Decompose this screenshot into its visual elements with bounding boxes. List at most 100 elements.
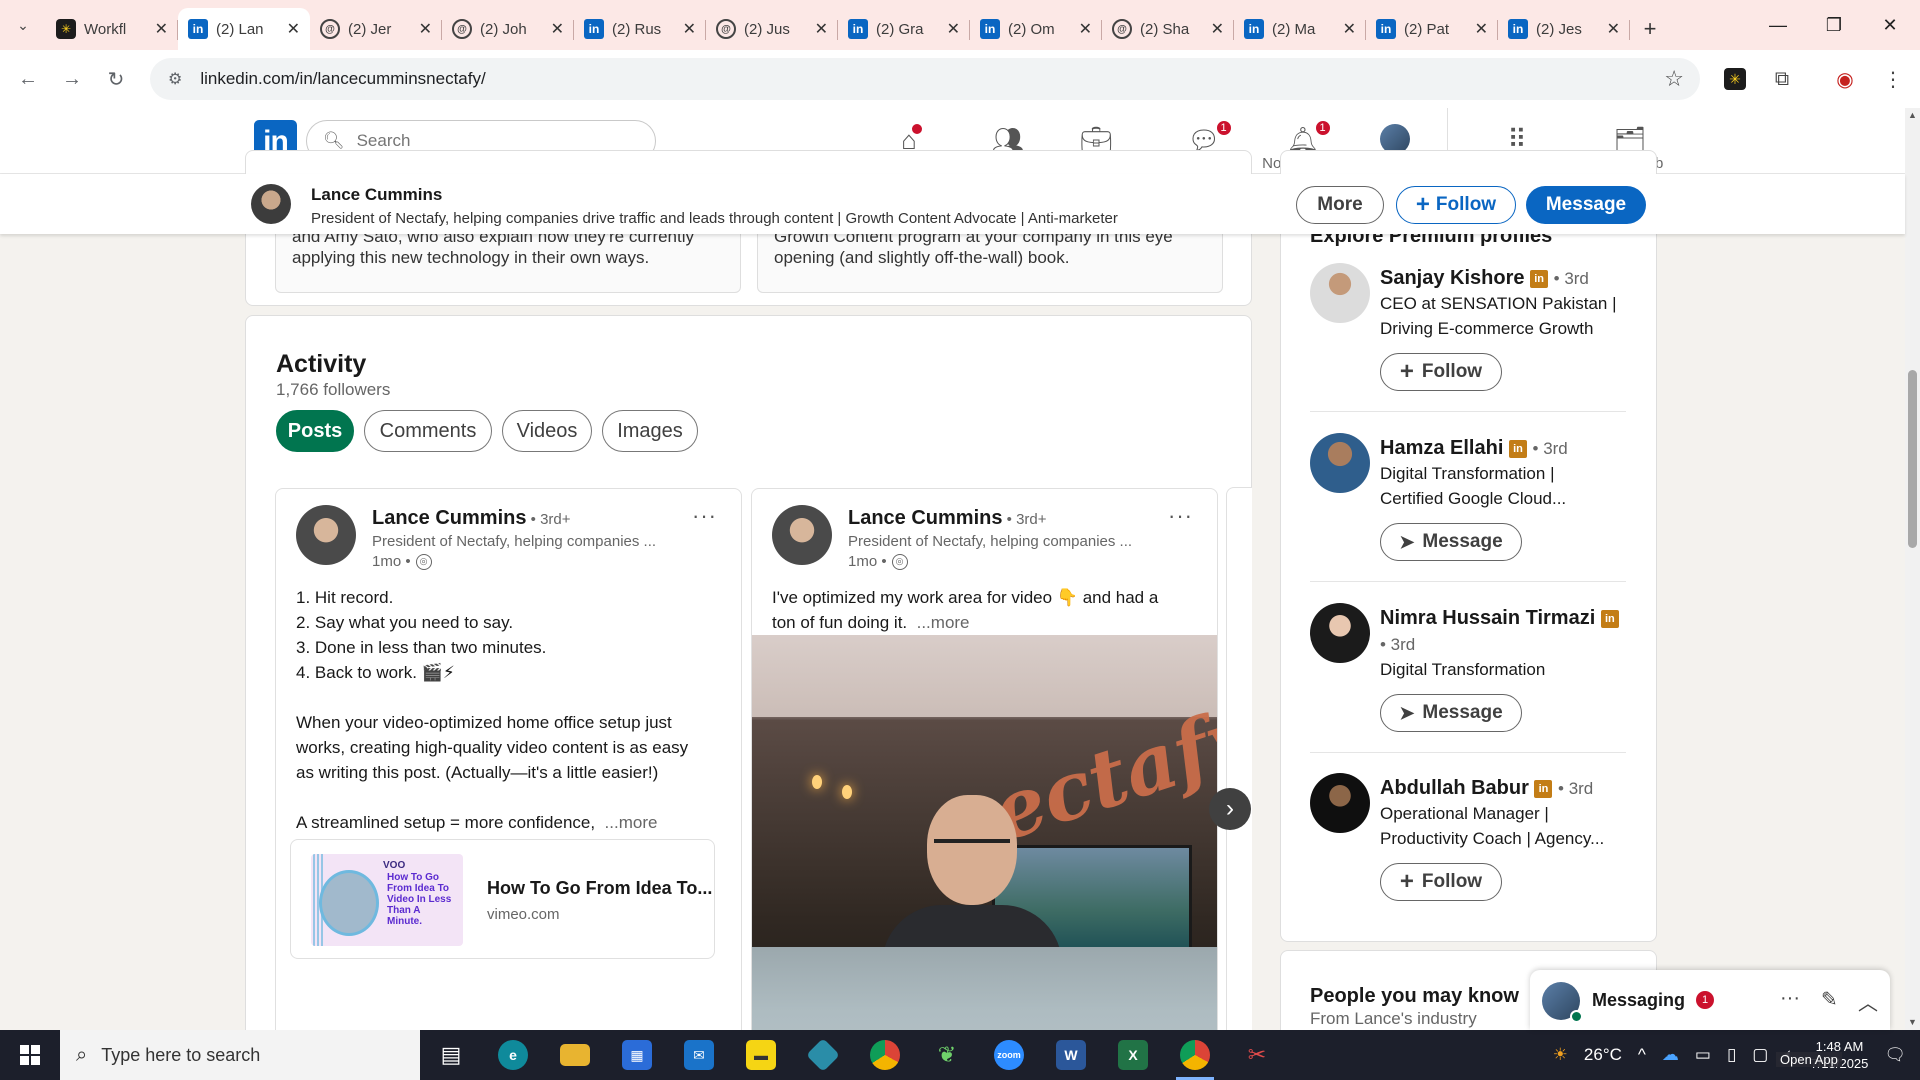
chevron-up-icon[interactable]: ︿: [1858, 987, 1878, 1016]
tab-close-icon[interactable]: ✕: [551, 19, 564, 39]
extensions-puzzle-icon[interactable]: ⧉: [1763, 60, 1801, 98]
tab-close-icon[interactable]: ✕: [1211, 19, 1224, 39]
author-name[interactable]: Lance Cummins • 3rd+: [848, 507, 1047, 530]
author-name[interactable]: Lance Cummins • 3rd+: [372, 507, 571, 530]
notification-center-icon[interactable]: 🗨︎: [1884, 1045, 1906, 1065]
follow-button[interactable]: + Follow: [1396, 186, 1516, 224]
tab-close-icon[interactable]: ✕: [1475, 19, 1488, 39]
next-post-card-edge[interactable]: [1226, 487, 1252, 1080]
profile-avatar[interactable]: [1310, 433, 1370, 493]
activity-post-card[interactable]: Lance Cummins • 3rd+ President of Nectaf…: [275, 488, 742, 1080]
restore-icon[interactable]: ❐: [1806, 0, 1862, 50]
activity-post-card[interactable]: Lance Cummins • 3rd+ President of Nectaf…: [751, 488, 1218, 1080]
profile-avatar[interactable]: [1310, 773, 1370, 833]
tab-close-icon[interactable]: ✕: [1607, 19, 1620, 39]
filter-images[interactable]: Images: [602, 410, 698, 452]
filter-comments[interactable]: Comments: [364, 410, 492, 452]
snipping-icon[interactable]: ✂: [1226, 1030, 1288, 1080]
link-preview-card[interactable]: VOO How To Go From Idea To Video In Less…: [290, 839, 715, 959]
browser-tab[interactable]: @ (2) Joh ✕: [442, 8, 574, 50]
tab-close-icon[interactable]: ✕: [815, 19, 828, 39]
tab-close-icon[interactable]: ✕: [1343, 19, 1356, 39]
browser-tab[interactable]: in (2) Jes ✕: [1498, 8, 1630, 50]
profile-avatar[interactable]: [1310, 603, 1370, 663]
browser-tab[interactable]: @ (2) Jus ✕: [706, 8, 838, 50]
weather-icon[interactable]: ☀: [1553, 1045, 1568, 1065]
follow-button[interactable]: + Follow: [1380, 863, 1502, 901]
post-options-icon[interactable]: ···: [1168, 503, 1193, 529]
follow-button[interactable]: + Follow: [1380, 353, 1502, 391]
forward-arrow-icon[interactable]: →: [50, 57, 94, 101]
browser-tab[interactable]: ✳ Workfl ✕: [46, 8, 178, 50]
display-icon[interactable]: ▢: [1752, 1045, 1768, 1065]
tray-chevron-up-icon[interactable]: ^: [1638, 1045, 1646, 1065]
site-info-icon[interactable]: ⚙: [168, 69, 182, 89]
tab-close-icon[interactable]: ✕: [287, 19, 300, 39]
post-options-icon[interactable]: ···: [692, 503, 717, 529]
chrome-active-icon[interactable]: [1164, 1030, 1226, 1080]
browser-tab[interactable]: in (2) Om ✕: [970, 8, 1102, 50]
chrome-icon[interactable]: [854, 1030, 916, 1080]
carousel-next-icon[interactable]: ›: [1209, 788, 1251, 830]
minimize-icon[interactable]: —: [1750, 0, 1806, 50]
tab-search-chevron-icon[interactable]: ⌄: [0, 0, 46, 50]
profile-name[interactable]: Abdullah Babur in • 3rd: [1380, 775, 1630, 802]
feather-app-icon[interactable]: ❦: [916, 1030, 978, 1080]
message-button[interactable]: Message: [1526, 186, 1646, 224]
browser-tab[interactable]: in (2) Ma ✕: [1234, 8, 1366, 50]
sticky-notes-icon[interactable]: ▬: [730, 1030, 792, 1080]
author-avatar[interactable]: [772, 505, 832, 565]
reload-icon[interactable]: ↻: [94, 57, 138, 101]
profile-name[interactable]: Nimra Hussain Tirmazi in • 3rd: [1380, 605, 1630, 658]
tab-close-icon[interactable]: ✕: [155, 19, 168, 39]
browser-tab[interactable]: in (2) Rus ✕: [574, 8, 706, 50]
profile-account-icon[interactable]: ◉: [1826, 60, 1864, 98]
browser-tab[interactable]: in (2) Lan ✕: [178, 8, 310, 50]
filter-videos[interactable]: Videos: [502, 410, 592, 452]
messaging-overlay[interactable]: Messaging 1 ··· ✎ ︿: [1530, 970, 1890, 1030]
new-tab-plus-icon[interactable]: +: [1630, 8, 1670, 50]
see-more-link[interactable]: ...more: [917, 613, 970, 632]
zoom-icon[interactable]: zoom: [978, 1030, 1040, 1080]
compose-icon[interactable]: ✎: [1821, 987, 1838, 1012]
taskbar-search-box[interactable]: ⌕ Type here to search: [60, 1030, 420, 1080]
chrome-menu-icon[interactable]: ⋮: [1874, 60, 1912, 98]
back-arrow-icon[interactable]: ←: [6, 57, 50, 101]
address-bar[interactable]: ⚙ linkedin.com/in/lancecumminsnectafy/ ☆: [150, 58, 1700, 100]
more-options-icon[interactable]: ···: [1780, 987, 1800, 1010]
profile-avatar[interactable]: [1310, 263, 1370, 323]
edge-icon[interactable]: e: [482, 1030, 544, 1080]
scrollbar-thumb[interactable]: [1908, 370, 1917, 548]
mail-icon[interactable]: ✉: [668, 1030, 730, 1080]
tab-close-icon[interactable]: ✕: [947, 19, 960, 39]
profile-name[interactable]: Sanjay Kishore in • 3rd: [1380, 265, 1630, 292]
search-input[interactable]: [356, 131, 637, 151]
onedrive-icon[interactable]: ☁: [1662, 1045, 1679, 1065]
browser-tab[interactable]: @ (2) Jer ✕: [310, 8, 442, 50]
tab-close-icon[interactable]: ✕: [419, 19, 432, 39]
more-button[interactable]: More: [1296, 186, 1384, 224]
store-icon[interactable]: ▦: [606, 1030, 668, 1080]
message-button[interactable]: ➤ Message: [1380, 694, 1522, 732]
excel-icon[interactable]: X: [1102, 1030, 1164, 1080]
browser-tab[interactable]: in (2) Gra ✕: [838, 8, 970, 50]
battery-icon[interactable]: ▯: [1727, 1045, 1736, 1065]
scroll-up-icon[interactable]: ▲: [1905, 108, 1920, 123]
task-view-icon[interactable]: ▤: [420, 1030, 482, 1080]
weather-temp[interactable]: 26°C: [1584, 1045, 1622, 1065]
word-icon[interactable]: W: [1040, 1030, 1102, 1080]
profile-name[interactable]: Hamza Ellahi in • 3rd: [1380, 435, 1630, 462]
see-more-link[interactable]: ...more: [605, 813, 658, 832]
post-video[interactable]: nectafy: [752, 635, 1217, 1080]
scroll-down-icon[interactable]: ▼: [1905, 1015, 1920, 1030]
file-explorer-icon[interactable]: [544, 1030, 606, 1080]
browser-tab[interactable]: in (2) Pat ✕: [1366, 8, 1498, 50]
author-avatar[interactable]: [296, 505, 356, 565]
app-diamond-icon[interactable]: [792, 1030, 854, 1080]
start-button[interactable]: [0, 1030, 60, 1080]
open-app-tooltip[interactable]: Open App: [1776, 1052, 1842, 1067]
extension-star-icon[interactable]: ✳: [1716, 60, 1754, 98]
followers-count[interactable]: 1,766 followers: [276, 380, 390, 400]
network-icon[interactable]: ▭: [1695, 1045, 1711, 1065]
page-scrollbar[interactable]: ▲ ▼: [1905, 108, 1920, 1030]
